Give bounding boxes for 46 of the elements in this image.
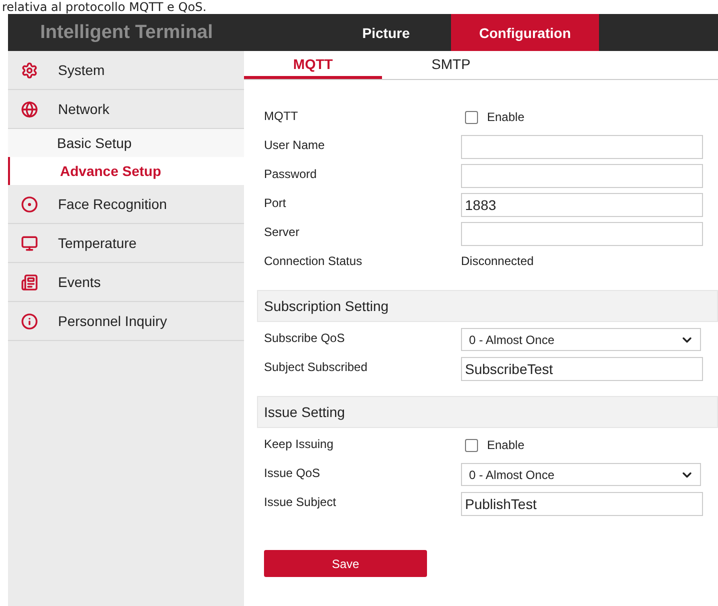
field-label: Server xyxy=(264,224,300,239)
sidebar-item[interactable]: Personnel Inquiry xyxy=(8,302,244,341)
settings-icon xyxy=(21,62,38,78)
tab[interactable]: SMTP xyxy=(382,51,520,79)
input-field[interactable]: SubscribeTest xyxy=(461,357,703,381)
sidebar-subitem[interactable]: Advance Setup xyxy=(8,157,244,185)
sidebar-item[interactable]: Events xyxy=(8,263,244,302)
sidebar-item[interactable]: System xyxy=(8,51,244,90)
checkbox[interactable] xyxy=(465,439,478,452)
app-title: Intelligent Terminal xyxy=(39,20,214,44)
select-field[interactable]: 0 - Almost Once xyxy=(461,328,701,351)
select-field[interactable]: 0 - Almost Once xyxy=(461,463,701,486)
info-icon xyxy=(21,312,38,330)
input-field[interactable] xyxy=(461,164,703,188)
field-label: MQTT xyxy=(264,108,299,123)
monitor-icon xyxy=(21,234,38,252)
field-label: Port xyxy=(264,195,288,210)
enable-label: Enable xyxy=(487,109,524,124)
field-label: Keep Issuing xyxy=(264,436,334,451)
status-text: Disconnected xyxy=(461,253,534,268)
tab[interactable]: MQTT xyxy=(244,51,382,79)
save-button[interactable]: Save xyxy=(264,550,427,577)
input-field[interactable] xyxy=(461,222,703,246)
section-heading: Subscription Setting xyxy=(257,290,718,322)
checkbox[interactable] xyxy=(465,111,478,124)
field-label: Issue QoS xyxy=(264,465,322,480)
enable-label: Enable xyxy=(487,437,524,452)
section-heading: Issue Setting xyxy=(257,396,718,428)
field-label: Subscribe QoS xyxy=(264,330,346,345)
field-label: Subject Subscribed xyxy=(264,359,368,374)
caption-text: relativa al protocollo MQTT e QoS. xyxy=(1,0,208,14)
sidebar-item[interactable]: Temperature xyxy=(8,224,244,263)
globe-icon xyxy=(21,100,38,118)
input-field[interactable]: 1883 xyxy=(461,193,703,217)
field-label: Issue Subject xyxy=(264,494,338,509)
field-label: User Name xyxy=(264,137,326,152)
sidebar-subitem[interactable]: Basic Setup xyxy=(8,129,244,157)
field-label: Connection Status xyxy=(264,253,364,268)
document-icon xyxy=(21,274,38,290)
input-field[interactable] xyxy=(461,135,703,159)
target-icon xyxy=(21,196,38,212)
sidebar-item[interactable]: Face Recognition xyxy=(8,185,244,224)
nav-tab[interactable]: Configuration xyxy=(451,14,599,51)
input-field[interactable]: PublishTest xyxy=(461,492,703,516)
nav-tab[interactable]: Picture xyxy=(321,14,451,51)
field-label: Password xyxy=(264,166,318,181)
